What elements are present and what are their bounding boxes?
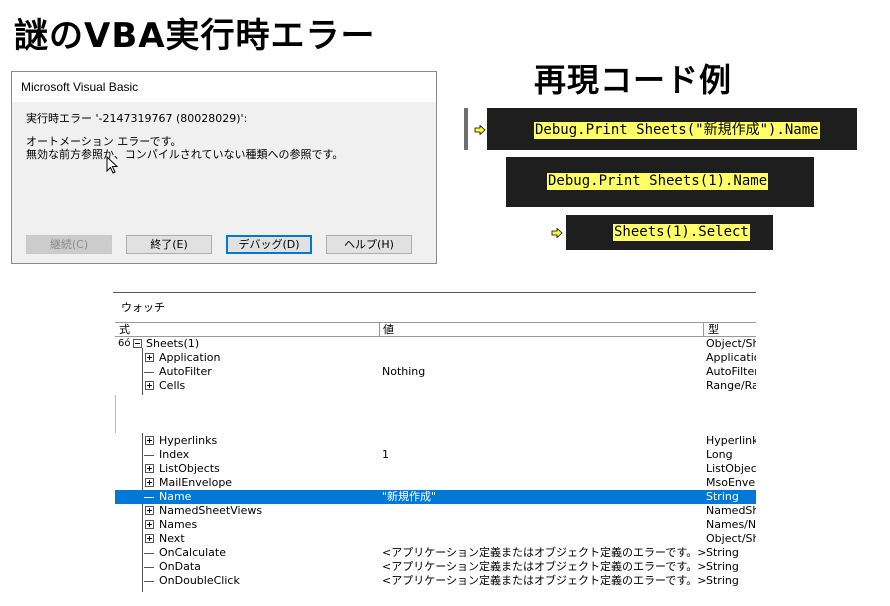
column-separator[interactable] [703,323,704,336]
watch-type: Object/Sh [706,532,756,545]
code-text-1: Debug.Print Sheets("新規作成").Name [534,122,820,139]
watch-title: ウォッチ [121,301,165,314]
continue-button[interactable]: 継続(C) [26,235,112,254]
expand-icon[interactable] [145,353,154,362]
current-line-arrow-icon [474,125,486,135]
watch-row-root[interactable]: 6ó Sheets(1) Object/Sh [115,337,756,351]
collapse-icon[interactable] [133,339,142,348]
watch-type: Long [706,448,733,461]
cropped-gap [115,395,756,433]
current-line-arrow-icon [551,228,563,238]
watch-expr: Hyperlinks [159,434,218,447]
watch-row[interactable]: ListObjects ListObject [115,462,756,476]
watch-expr: MailEnvelope [159,476,233,489]
examples-heading: 再現コード例 [534,61,733,99]
watch-expr: Sheets(1) [146,337,200,350]
expand-icon[interactable] [145,478,154,487]
watch-row[interactable]: NamedSheetViews NamedShe [115,504,756,518]
watch-type: Names/N [706,518,756,531]
gap-border [115,395,116,433]
tree-branch [144,581,154,582]
watch-type: NamedShe [706,504,756,517]
watch-type: AutoFilter [706,365,756,378]
watch-value: <アプリケーション定義またはオブジェクト定義のエラーです。> [382,560,707,573]
expand-icon[interactable] [145,436,154,445]
watch-type: String [706,574,739,587]
code-sample-2: Debug.Print Sheets(1).Name [506,157,814,207]
debug-button[interactable]: デバッグ(D) [226,235,312,254]
watch-row-selected[interactable]: Name "新規作成" String [115,490,756,504]
tree-branch [144,455,154,456]
watch-value: <アプリケーション定義またはオブジェクト定義のエラーです。> [382,574,707,587]
code-text-2: Debug.Print Sheets(1).Name [547,173,769,190]
tree-branch [144,567,154,568]
help-button[interactable]: ヘルプ(H) [326,235,412,254]
watch-value: 1 [382,448,389,461]
column-header-value[interactable]: 値 [383,323,394,336]
watch-value: Nothing [382,365,426,378]
watch-header: 式 値 型 [115,322,756,337]
watch-expr: OnData [159,560,201,573]
page-title: 謎のVBA実行時エラー [14,16,376,56]
mouse-cursor-icon [106,156,119,174]
watch-type: Object/Sh [706,337,756,350]
watch-expr: Names [159,518,198,531]
watch-expr: OnCalculate [159,546,227,559]
watch-row[interactable]: Cells Range/Ra [115,379,756,393]
watch-row[interactable]: Names Names/N [115,518,756,532]
watch-type: String [706,546,739,559]
watch-expr: Next [159,532,185,545]
watch-expr: ListObjects [159,462,220,475]
watch-row[interactable]: Next Object/Sh [115,532,756,546]
watch-top-border [113,292,756,293]
watch-expr: OnDoubleClick [159,574,240,587]
expand-icon[interactable] [145,506,154,515]
watch-glasses-icon: 6ó [118,338,131,349]
watch-expr: AutoFilter [159,365,212,378]
tree-branch [144,553,154,554]
tree-branch [144,497,154,498]
column-separator[interactable] [379,323,380,336]
code-sample-1: Debug.Print Sheets("新規作成").Name [487,108,857,150]
watch-type: ListObject [706,462,756,475]
watch-type: MsoEnvelo [706,476,756,489]
watch-row[interactable]: Index 1 Long [115,448,756,462]
watch-type: String [706,490,739,503]
watch-type: Hyperlinks [706,434,756,447]
watch-row[interactable]: Application Applicatio [115,351,756,365]
error-line: 実行時エラー '-2147319767 (80028029)': [26,112,248,125]
error-message-line2: 無効な前方参照か、コンパイルされていない種類への参照です。 [26,148,344,161]
watch-row[interactable]: OnData <アプリケーション定義またはオブジェクト定義のエラーです。> St… [115,560,756,574]
watch-type: Applicatio [706,351,756,364]
watch-expr: Cells [159,379,186,392]
column-header-type[interactable]: 型 [708,323,719,336]
watch-row[interactable]: AutoFilter Nothing AutoFilter [115,365,756,379]
watch-type: String [706,560,739,573]
watch-value: "新規作成" [382,490,437,503]
dialog-body: 実行時エラー '-2147319767 (80028029)': オートメーショ… [26,112,343,161]
expand-icon[interactable] [145,381,154,390]
watch-row[interactable]: OnCalculate <アプリケーション定義またはオブジェクト定義のエラーです… [115,546,756,560]
end-button[interactable]: 終了(E) [126,235,212,254]
expand-icon[interactable] [145,520,154,529]
margin-indicator-bar [464,108,468,150]
watch-window: ウォッチ 式 値 型 6ó Sheets(1) Object/Sh Applic… [113,292,756,592]
code-sample-3: Sheets(1).Select [566,215,773,250]
column-header-expr[interactable]: 式 [119,323,130,336]
watch-row[interactable]: Hyperlinks Hyperlinks [115,434,756,448]
expand-icon[interactable] [145,464,154,473]
watch-expr: Name [159,490,192,503]
watch-expr: Application [159,351,221,364]
watch-expr: NamedSheetViews [159,504,263,517]
watch-type: Range/Ra [706,379,756,392]
watch-row[interactable]: MailEnvelope MsoEnvelo [115,476,756,490]
watch-row[interactable]: OnDoubleClick <アプリケーション定義またはオブジェクト定義のエラー… [115,574,756,588]
watch-expr: Index [159,448,190,461]
expand-icon[interactable] [145,534,154,543]
watch-value: <アプリケーション定義またはオブジェクト定義のエラーです。> [382,546,707,559]
tree-branch [144,372,154,373]
code-text-3: Sheets(1).Select [613,224,750,241]
error-message-line1: オートメーション エラーです。 [26,135,182,148]
dialog-title: Microsoft Visual Basic [12,72,436,102]
